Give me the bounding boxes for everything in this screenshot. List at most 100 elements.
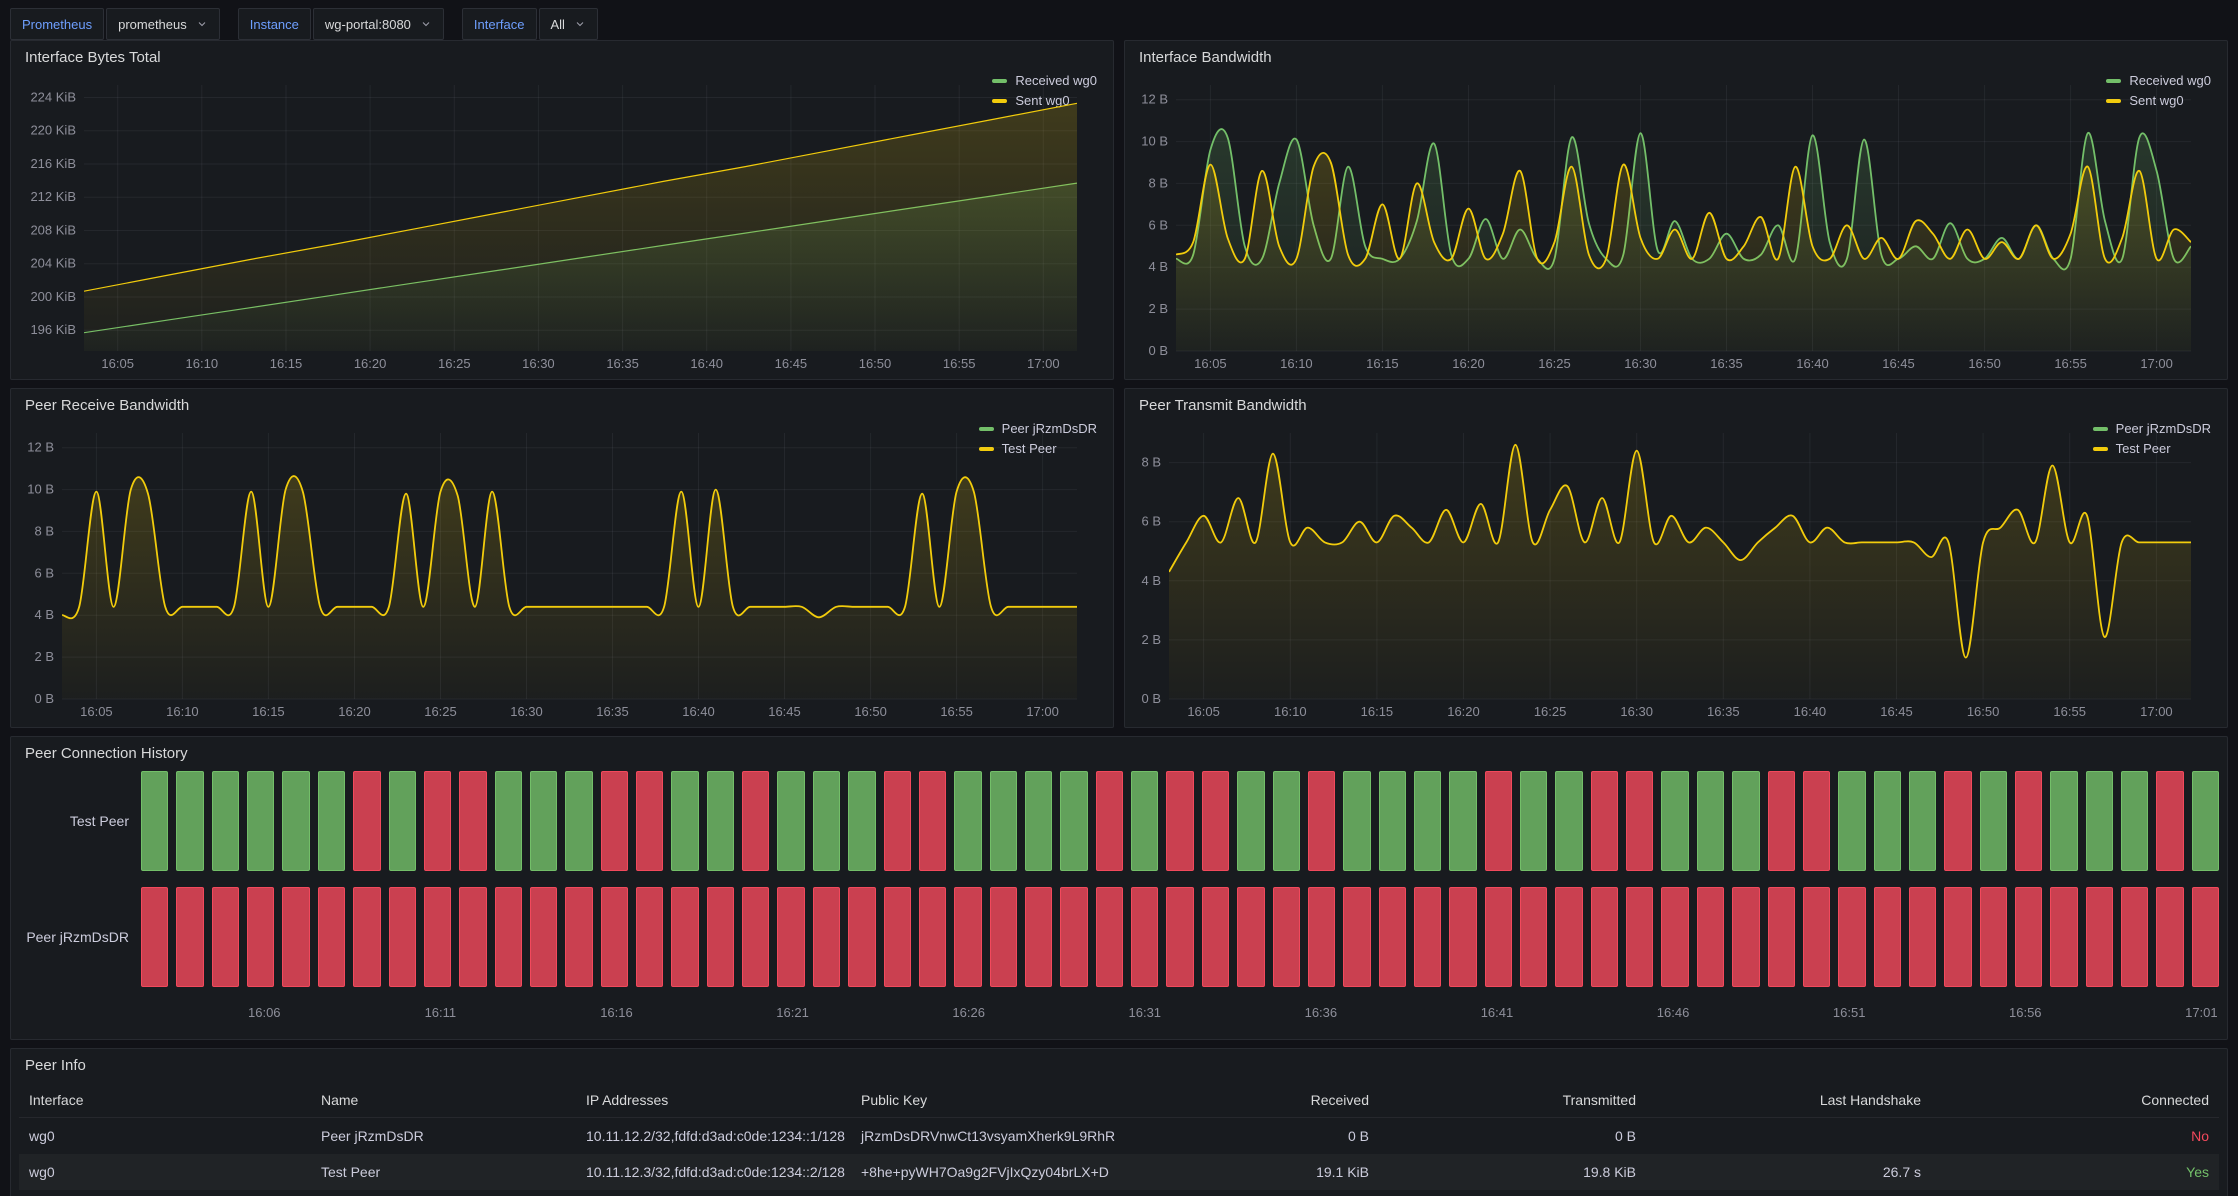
panel-title[interactable]: Peer Info: [11, 1049, 2227, 1074]
column-header[interactable]: IP Addresses: [576, 1092, 851, 1108]
variable-instance: Instance wg-portal:8080: [238, 8, 444, 40]
timeline-tick-label: 16:06: [248, 1005, 281, 1020]
state-bar-disconnected: [601, 887, 628, 987]
panel-title[interactable]: Peer Receive Bandwidth: [11, 389, 1113, 414]
timeline-tick-label: 17:01: [2185, 1005, 2218, 1020]
state-bar-connected: [176, 771, 203, 871]
timeline-tick-label: 16:16: [600, 1005, 633, 1020]
cell: Yes: [1931, 1164, 2219, 1180]
state-bar-disconnected: [1343, 887, 1370, 987]
state-bar-disconnected: [2192, 887, 2219, 987]
timeline-row-label: Test Peer: [19, 771, 141, 871]
svg-text:16:15: 16:15: [1366, 356, 1399, 371]
state-bar-disconnected: [1803, 887, 1830, 987]
state-bar-disconnected: [1555, 887, 1582, 987]
column-header[interactable]: Interface: [19, 1092, 311, 1108]
panel-title[interactable]: Peer Connection History: [11, 737, 2227, 762]
state-bar-disconnected: [2156, 771, 2183, 871]
state-bar-disconnected: [1909, 887, 1936, 987]
grafana-dashboard: Prometheus prometheus Instance wg-portal…: [0, 0, 2238, 1196]
state-bar-disconnected: [1166, 771, 1193, 871]
timeline-tick-label: 16:11: [425, 1005, 457, 1020]
svg-text:16:40: 16:40: [690, 356, 723, 371]
variable-value-text: prometheus: [118, 17, 187, 32]
panel-title[interactable]: Interface Bandwidth: [1125, 41, 2227, 66]
timeline-tick-label: 16:46: [1657, 1005, 1690, 1020]
timeline-bars: [141, 887, 2219, 987]
svg-text:17:00: 17:00: [2140, 704, 2173, 719]
state-bar-disconnected: [1591, 887, 1618, 987]
column-header[interactable]: Last Handshake: [1646, 1092, 1931, 1108]
time-series-chart[interactable]: 0 B2 B4 B6 B8 B16:0516:1016:1516:2016:25…: [1133, 421, 2081, 723]
state-bar-connected: [141, 771, 168, 871]
state-bar-connected: [1414, 771, 1441, 871]
state-bar-connected: [1060, 771, 1087, 871]
timeline-row: Test Peer: [19, 771, 2219, 871]
column-header[interactable]: Name: [311, 1092, 576, 1108]
column-header[interactable]: Transmitted: [1379, 1092, 1646, 1108]
cell: wg0: [19, 1128, 311, 1144]
state-bar-connected: [2192, 771, 2219, 871]
state-bar-connected: [1520, 771, 1547, 871]
cell: Peer jRzmDsDR: [311, 1128, 576, 1144]
svg-text:16:35: 16:35: [596, 704, 629, 719]
state-bar-connected: [990, 771, 1017, 871]
panel-peer-receive-bandwidth: Peer Receive Bandwidth 0 B2 B4 B6 B8 B10…: [10, 388, 1114, 728]
panel-title[interactable]: Peer Transmit Bandwidth: [1125, 389, 2227, 414]
svg-text:0 B: 0 B: [1141, 691, 1161, 706]
variable-prometheus: Prometheus prometheus: [10, 8, 220, 40]
svg-text:12 B: 12 B: [27, 440, 54, 455]
svg-text:200 KiB: 200 KiB: [30, 289, 76, 304]
timeline-tick-label: 16:41: [1481, 1005, 1514, 1020]
svg-text:16:35: 16:35: [1710, 356, 1743, 371]
state-bar-connected: [1661, 771, 1688, 871]
svg-text:224 KiB: 224 KiB: [30, 90, 76, 105]
state-bar-disconnected: [353, 887, 380, 987]
variable-value-text: wg-portal:8080: [325, 17, 411, 32]
panel-peer-connection-history: Peer Connection History Test PeerPeer jR…: [10, 736, 2228, 1040]
cell: 19.8 KiB: [1379, 1164, 1646, 1180]
variable-interface: Interface All: [462, 8, 598, 40]
svg-text:16:15: 16:15: [252, 704, 285, 719]
svg-text:16:05: 16:05: [1187, 704, 1220, 719]
state-bar-disconnected: [601, 771, 628, 871]
state-bar-connected: [1697, 771, 1724, 871]
svg-text:208 KiB: 208 KiB: [30, 223, 76, 238]
svg-text:16:25: 16:25: [1538, 356, 1571, 371]
svg-text:4 B: 4 B: [34, 607, 54, 622]
state-bar-disconnected: [1803, 771, 1830, 871]
column-header[interactable]: Public Key: [851, 1092, 1141, 1108]
variable-value-text: All: [551, 17, 565, 32]
variable-value-interface[interactable]: All: [539, 8, 598, 40]
svg-text:16:10: 16:10: [186, 356, 219, 371]
variable-value-instance[interactable]: wg-portal:8080: [313, 8, 444, 40]
time-series-chart[interactable]: 196 KiB200 KiB204 KiB208 KiB212 KiB216 K…: [19, 73, 980, 375]
time-series-chart[interactable]: 0 B2 B4 B6 B8 B10 B12 B16:0516:1016:1516…: [19, 421, 967, 723]
panel-title[interactable]: Interface Bytes Total: [11, 41, 1113, 66]
state-bar-disconnected: [141, 887, 168, 987]
state-bar-disconnected: [1449, 887, 1476, 987]
state-bar-connected: [565, 771, 592, 871]
chevron-down-icon: [420, 18, 432, 30]
state-bar-disconnected: [742, 771, 769, 871]
svg-text:0 B: 0 B: [34, 691, 54, 706]
state-bar-connected: [1838, 771, 1865, 871]
state-bar-disconnected: [424, 771, 451, 871]
column-header[interactable]: Connected: [1931, 1092, 2219, 1108]
cell: 0 B: [1141, 1128, 1379, 1144]
svg-text:16:50: 16:50: [1967, 704, 2000, 719]
state-bar-disconnected: [1591, 771, 1618, 871]
state-bar-disconnected: [1308, 887, 1335, 987]
svg-text:16:50: 16:50: [854, 704, 887, 719]
variable-value-prometheus[interactable]: prometheus: [106, 8, 220, 40]
svg-text:16:05: 16:05: [80, 704, 113, 719]
state-bar-disconnected: [742, 887, 769, 987]
state-bar-disconnected: [2086, 887, 2113, 987]
state-bar-disconnected: [2156, 887, 2183, 987]
svg-text:16:30: 16:30: [522, 356, 555, 371]
time-series-chart[interactable]: 0 B2 B4 B6 B8 B10 B12 B16:0516:1016:1516…: [1133, 73, 2094, 375]
column-header[interactable]: Received: [1141, 1092, 1379, 1108]
state-bar-disconnected: [884, 887, 911, 987]
svg-text:4 B: 4 B: [1141, 573, 1161, 588]
svg-text:16:55: 16:55: [940, 704, 973, 719]
